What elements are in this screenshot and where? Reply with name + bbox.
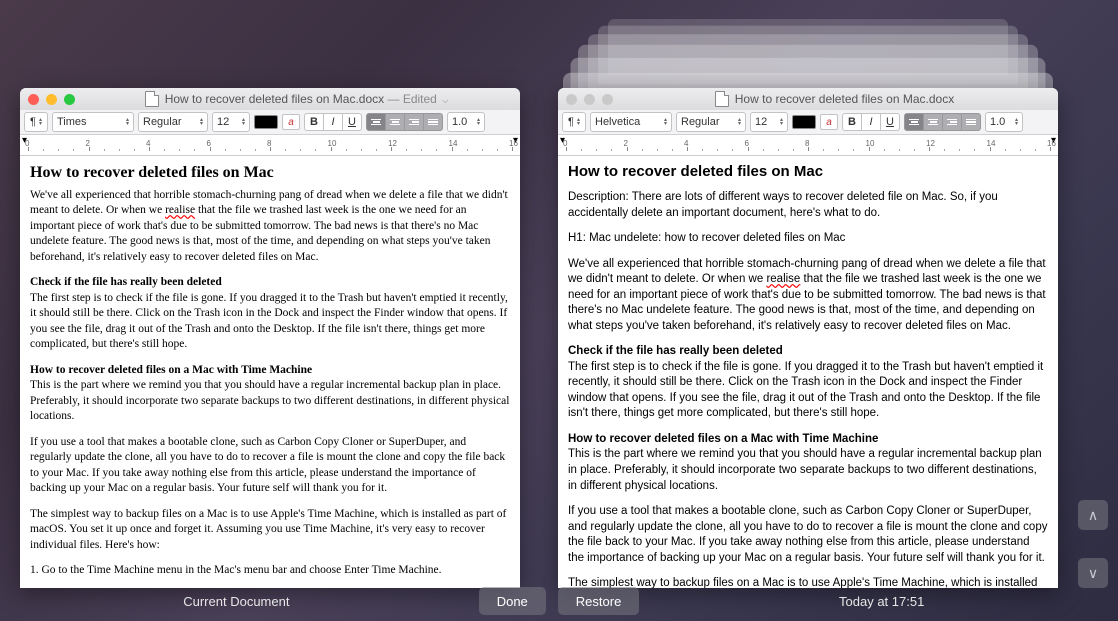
font-family-select[interactable]: Helvetica▴▾ [590,112,672,132]
paragraph: How to recover deleted files on a Mac wi… [30,363,510,425]
close-button[interactable] [566,94,577,105]
align-center-button[interactable] [386,113,405,131]
alignment-group[interactable] [904,113,981,131]
align-left-button[interactable] [904,113,924,131]
underline-button[interactable]: U [343,113,362,131]
paragraph: If you use a tool that makes a bootable … [30,435,510,497]
format-toolbar-right: ¶▴▾ Helvetica▴▾ Regular▴▾ 12▴▾ a B I U 1… [558,110,1058,135]
font-style-select[interactable]: Regular▴▾ [676,112,746,132]
bold-button[interactable]: B [842,113,862,131]
current-document-window: How to recover deleted files on Mac.docx… [20,88,520,588]
align-right-button[interactable] [943,113,962,131]
done-button[interactable]: Done [479,587,546,615]
version-timestamp-label: Today at 17:51 [645,594,1118,609]
current-document-label: Current Document [0,594,473,609]
alignment-group[interactable] [366,113,443,131]
underline-button[interactable]: U [881,113,900,131]
version-document-window: How to recover deleted files on Mac.docx… [558,88,1058,588]
titlebar-right[interactable]: How to recover deleted files on Mac.docx [558,88,1058,110]
restore-button[interactable]: Restore [558,587,640,615]
font-style-select[interactable]: Regular▴▾ [138,112,208,132]
italic-button[interactable]: I [324,113,343,131]
align-center-button[interactable] [924,113,943,131]
ruler-left[interactable]: ▾ ▾ 0246810121416 [20,135,520,156]
paragraph-style-select[interactable]: ¶▴▾ [562,112,586,132]
align-justify-button[interactable] [962,113,981,131]
align-justify-button[interactable] [424,113,443,131]
align-left-button[interactable] [366,113,386,131]
zoom-button[interactable] [602,94,613,105]
format-toolbar-left: ¶▴▾ Times▴▾ Regular▴▾ 12▴▾ a B I U 1.0▴▾ [20,110,520,135]
chevron-down-icon[interactable]: ⌵ [442,96,448,105]
paragraph: How to recover deleted files on a Mac wi… [568,432,1048,494]
paragraph: We've all experienced that horrible stom… [30,188,510,266]
text-color-swatch[interactable] [792,115,816,129]
font-size-select[interactable]: 12▴▾ [750,112,788,132]
document-body-right[interactable]: How to recover deleted files on Mac Desc… [558,156,1058,588]
close-button[interactable] [28,94,39,105]
paragraph: Check if the file has really been delete… [30,275,510,353]
align-right-button[interactable] [405,113,424,131]
paragraph: Description: There are lots of different… [568,190,1048,221]
font-size-select[interactable]: 12▴▾ [212,112,250,132]
doc-heading: How to recover deleted files on Mac [568,162,1048,182]
paragraph: If you use a tool that makes a bootable … [568,504,1048,566]
italic-button[interactable]: I [862,113,881,131]
paragraph: We've all experienced that horrible stom… [568,257,1048,335]
strikethrough-button[interactable]: a [820,114,838,130]
document-body-left[interactable]: How to recover deleted files on Mac We'v… [20,156,520,588]
paragraph: The simplest way to backup files on a Ma… [30,507,510,554]
minimize-button[interactable] [584,94,595,105]
doc-heading: How to recover deleted files on Mac [30,162,510,184]
bold-button[interactable]: B [304,113,324,131]
timeline-up-button[interactable]: ∧ [1078,500,1108,530]
font-family-select[interactable]: Times▴▾ [52,112,134,132]
titlebar-left[interactable]: How to recover deleted files on Mac.docx… [20,88,520,110]
text-color-swatch[interactable] [254,115,278,129]
line-spacing-select[interactable]: 1.0▴▾ [985,112,1023,132]
document-icon [715,91,729,107]
version-stack [558,12,1058,98]
minimize-button[interactable] [46,94,57,105]
paragraph: Check if the file has really been delete… [568,344,1048,422]
versions-bottom-bar: Current Document Done Restore Today at 1… [0,581,1118,621]
zoom-button[interactable] [64,94,75,105]
window-title: How to recover deleted files on Mac.docx [735,92,954,106]
paragraph: H1: Mac undelete: how to recover deleted… [568,231,1048,247]
document-icon [145,91,159,107]
ruler-right[interactable]: ▾ ▾ 0246810121416 [558,135,1058,156]
line-spacing-select[interactable]: 1.0▴▾ [447,112,485,132]
paragraph-style-select[interactable]: ¶▴▾ [24,112,48,132]
window-title: How to recover deleted files on Mac.docx… [165,92,449,106]
paragraph: 1. Go to the Time Machine menu in the Ma… [30,563,510,579]
strikethrough-button[interactable]: a [282,114,300,130]
